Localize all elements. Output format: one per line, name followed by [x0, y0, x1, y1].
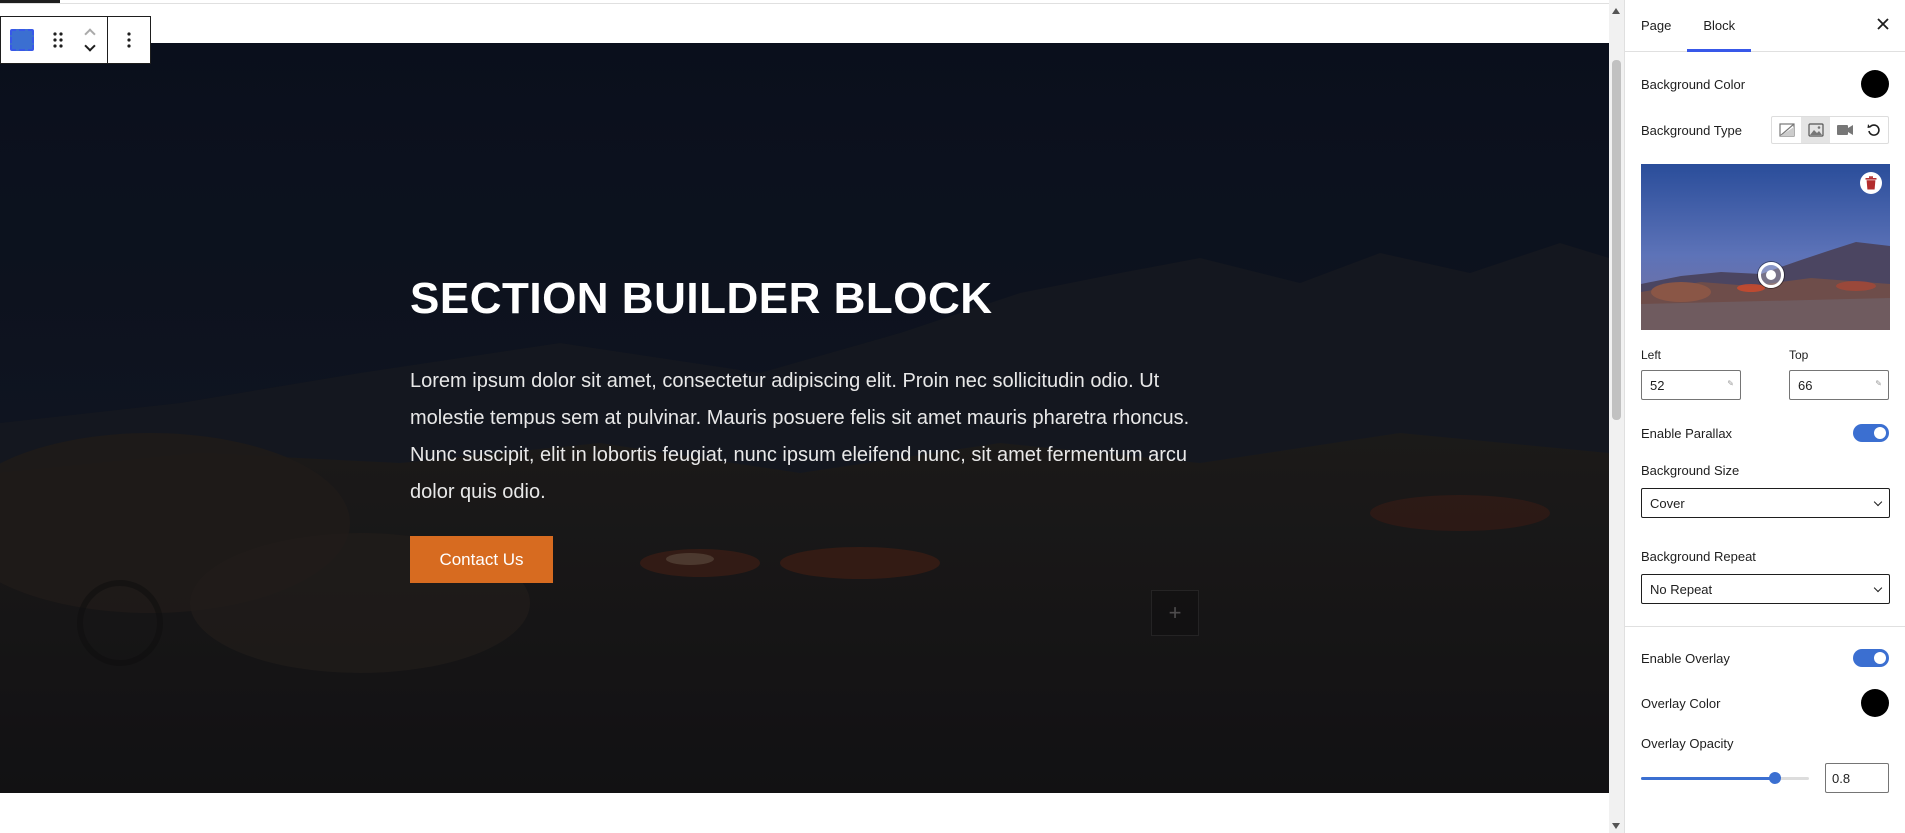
none-icon	[1778, 123, 1795, 137]
overlay-label: Enable Overlay	[1641, 650, 1730, 666]
overlay-opacity-field: Overlay Opacity 0.8	[1641, 735, 1889, 793]
hero-content: SECTION BUILDER BLOCK Lorem ipsum dolor …	[410, 274, 1210, 584]
chevron-down-icon	[1873, 583, 1883, 592]
contact-us-button[interactable]: Contact Us	[410, 536, 553, 584]
background-type-row: Background Type	[1641, 116, 1889, 144]
scroll-up-arrow-icon[interactable]	[1612, 8, 1620, 14]
trash-icon	[1865, 176, 1877, 190]
focal-left-label: Left	[1641, 348, 1662, 362]
hero-paragraph[interactable]: Lorem ipsum dolor sit amet, consectetur …	[410, 363, 1210, 511]
focal-top-field: Top 66 ✎	[1789, 348, 1889, 400]
background-color-row: Background Color	[1641, 70, 1889, 98]
spinner-icon[interactable]: ✎	[1875, 379, 1882, 388]
scroll-down-arrow-icon[interactable]	[1612, 823, 1620, 829]
plus-icon: +	[1168, 600, 1182, 625]
block-mover	[79, 22, 101, 58]
focal-left-value: 52	[1650, 377, 1665, 393]
sidebar-header: Page Block	[1625, 0, 1905, 52]
video-icon	[1836, 125, 1853, 135]
overlay-row: Enable Overlay	[1641, 649, 1889, 667]
slider-thumb[interactable]	[1769, 772, 1782, 784]
editor-app: SECTION BUILDER BLOCK Lorem ipsum dolor …	[0, 0, 1905, 833]
parallax-label: Enable Parallax	[1641, 425, 1733, 441]
spinner-icon[interactable]: ✎	[1727, 379, 1734, 388]
overlay-toggle[interactable]	[1853, 649, 1889, 667]
focal-top-input[interactable]: 66 ✎	[1789, 370, 1889, 400]
background-color-label: Background Color	[1641, 76, 1746, 92]
section-block-icon	[10, 29, 34, 51]
chevron-down-icon[interactable]	[84, 40, 96, 52]
background-size-label: Background Size	[1641, 463, 1740, 478]
canvas-top-divider	[0, 3, 1609, 4]
close-icon	[1877, 18, 1889, 30]
background-type-none-button[interactable]	[1772, 117, 1801, 143]
overlay-opacity-value: 0.8	[1832, 770, 1851, 786]
tab-page[interactable]: Page	[1625, 0, 1687, 51]
overlay-opacity-slider[interactable]	[1641, 768, 1809, 788]
parallax-toggle[interactable]	[1853, 424, 1889, 442]
background-repeat-field: Background Repeat No Repeat	[1641, 548, 1890, 604]
focal-top-value: 66	[1798, 377, 1813, 393]
sidebar-panel: Background Color Background Type Left 52…	[1625, 70, 1905, 793]
close-sidebar-button[interactable]	[1873, 16, 1893, 36]
chevron-up-icon[interactable]	[84, 28, 96, 40]
remove-image-button[interactable]	[1860, 172, 1882, 194]
focal-left-field: Left 52 ✎	[1641, 348, 1741, 400]
overlay-color-swatch[interactable]	[1861, 689, 1889, 717]
block-toolbar-options-group	[107, 17, 150, 63]
block-inserter-button[interactable]: +	[1151, 590, 1199, 636]
background-type-group	[1771, 116, 1889, 144]
block-type-button[interactable]	[7, 22, 37, 58]
drag-handle-button[interactable]	[43, 22, 73, 58]
background-type-image-button[interactable]	[1801, 117, 1830, 143]
background-type-video-button[interactable]	[1830, 117, 1859, 143]
canvas-scrollbar[interactable]	[1609, 0, 1624, 833]
section-builder-block[interactable]: SECTION BUILDER BLOCK Lorem ipsum dolor …	[0, 43, 1609, 793]
background-repeat-value: No Repeat	[1650, 581, 1713, 597]
settings-sidebar: Page Block Background Color Background T…	[1624, 0, 1905, 833]
canvas-scroll-thumb[interactable]	[1612, 60, 1621, 420]
overlay-color-row: Overlay Color	[1641, 689, 1889, 717]
background-repeat-label: Background Repeat	[1641, 549, 1756, 564]
block-toolbar	[0, 16, 151, 64]
background-size-field: Background Size Cover	[1641, 462, 1890, 518]
background-repeat-select[interactable]: No Repeat	[1641, 574, 1890, 604]
hero-title[interactable]: SECTION BUILDER BLOCK	[410, 274, 1210, 323]
editor-canvas: SECTION BUILDER BLOCK Lorem ipsum dolor …	[0, 0, 1609, 833]
overlay-color-label: Overlay Color	[1641, 695, 1721, 711]
focal-top-label: Top	[1789, 348, 1809, 362]
section-divider	[1625, 626, 1905, 627]
background-color-swatch[interactable]	[1861, 70, 1889, 98]
background-type-reset-button[interactable]	[1859, 117, 1888, 143]
more-vertical-icon	[127, 32, 131, 48]
overlay-opacity-controls: 0.8	[1641, 763, 1889, 793]
drag-handle-icon	[53, 32, 63, 48]
focal-left-input[interactable]: 52 ✎	[1641, 370, 1741, 400]
background-image-thumbnail	[1641, 164, 1890, 330]
block-toolbar-main-group	[1, 17, 107, 63]
background-image-preview[interactable]	[1641, 164, 1890, 330]
background-size-select[interactable]: Cover	[1641, 488, 1890, 518]
focal-point-inputs: Left 52 ✎ Top 66 ✎	[1641, 348, 1889, 400]
background-type-label: Background Type	[1641, 122, 1742, 138]
reset-icon	[1867, 124, 1880, 136]
block-options-button[interactable]	[114, 22, 144, 58]
parallax-row: Enable Parallax	[1641, 424, 1889, 442]
focal-point-handle[interactable]	[1758, 262, 1784, 288]
overlay-opacity-input[interactable]: 0.8	[1825, 763, 1889, 793]
tab-block[interactable]: Block	[1687, 0, 1751, 52]
chevron-down-icon	[1873, 497, 1883, 506]
image-icon	[1807, 123, 1824, 137]
overlay-opacity-label: Overlay Opacity	[1641, 736, 1734, 751]
background-size-value: Cover	[1650, 495, 1685, 511]
slider-fill	[1641, 777, 1776, 780]
